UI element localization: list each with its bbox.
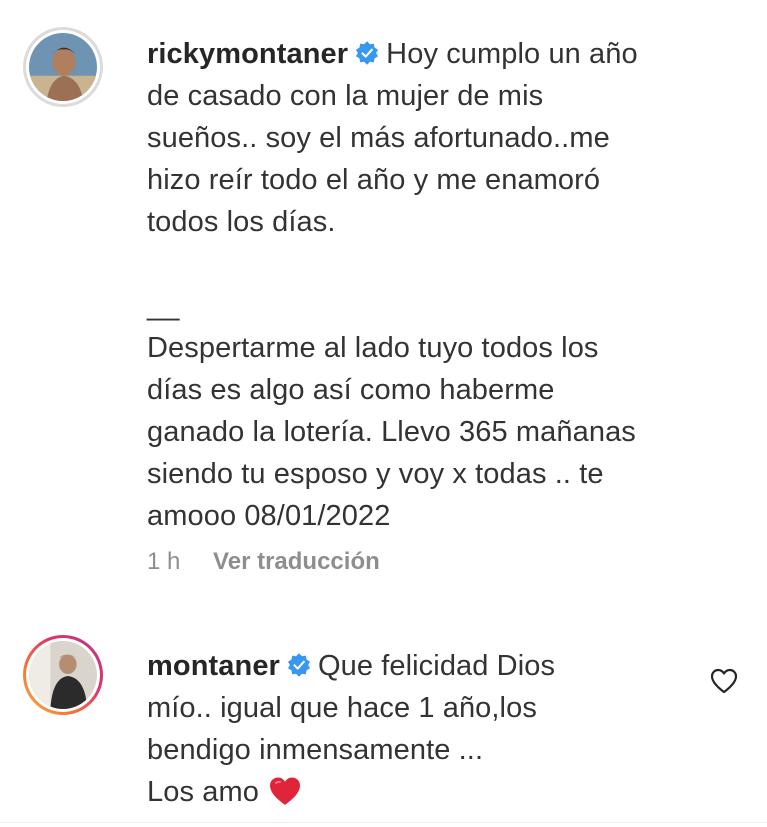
comment-text-line: Hoy cumplo un año (386, 38, 638, 70)
comment-text-line: siendo tu esposo y voy x todas .. te (147, 458, 604, 490)
comment-text-line: hizo reír todo el año y me enamoró (147, 164, 601, 196)
avatar-montaner[interactable] (23, 635, 103, 715)
comment-separator: __ (147, 290, 180, 322)
comment-text-line: de casado con la mujer de mis (147, 80, 544, 112)
comment-montaner: montaner Que felicidad Dios mío.. igual q… (0, 622, 767, 822)
comment-meta: 1 h Ver traducción (147, 548, 406, 576)
translate-button[interactable]: Ver traducción (213, 548, 380, 575)
comment-text-line: sueños.. soy el más afortunado..me (147, 122, 610, 154)
comment-text-line: ganado la lotería. Llevo 365 mañanas (147, 416, 636, 448)
avatar-photo (29, 641, 97, 709)
comment-time[interactable]: 1 h (147, 548, 180, 575)
comment-username[interactable]: montaner (147, 650, 280, 682)
comment-text-line: Que felicidad Dios (317, 650, 556, 682)
comment-text-line: todos los días. (147, 206, 336, 238)
comment-text-line: días es algo así como haberme (147, 374, 555, 406)
comment-body: rickymontaner Hoy cumplo un año de casado… (147, 33, 707, 537)
comment-text-line: Despertarme al lado tuyo todos los (147, 332, 599, 364)
avatar-rickymontaner[interactable] (23, 27, 103, 107)
comment-text-line: bendigo inmensamente ... (147, 734, 484, 766)
comment-username[interactable]: rickymontaner (147, 38, 348, 70)
comment-text-line: Los amo (147, 776, 259, 808)
verified-badge-icon (356, 41, 379, 65)
comment-text-line: mío.. igual que hace 1 año,los (147, 692, 537, 724)
red-heart-emoji-icon (269, 777, 300, 805)
divider (0, 822, 767, 823)
comment-body: montaner Que felicidad Dios mío.. igual q… (147, 645, 707, 813)
verified-badge-icon (287, 653, 310, 677)
comment-rickymontaner: rickymontaner Hoy cumplo un año de casado… (0, 0, 767, 600)
heart-outline-icon[interactable] (708, 665, 740, 697)
comment-text-line: amooo 08/01/2022 (147, 500, 391, 532)
avatar-photo (29, 33, 97, 101)
